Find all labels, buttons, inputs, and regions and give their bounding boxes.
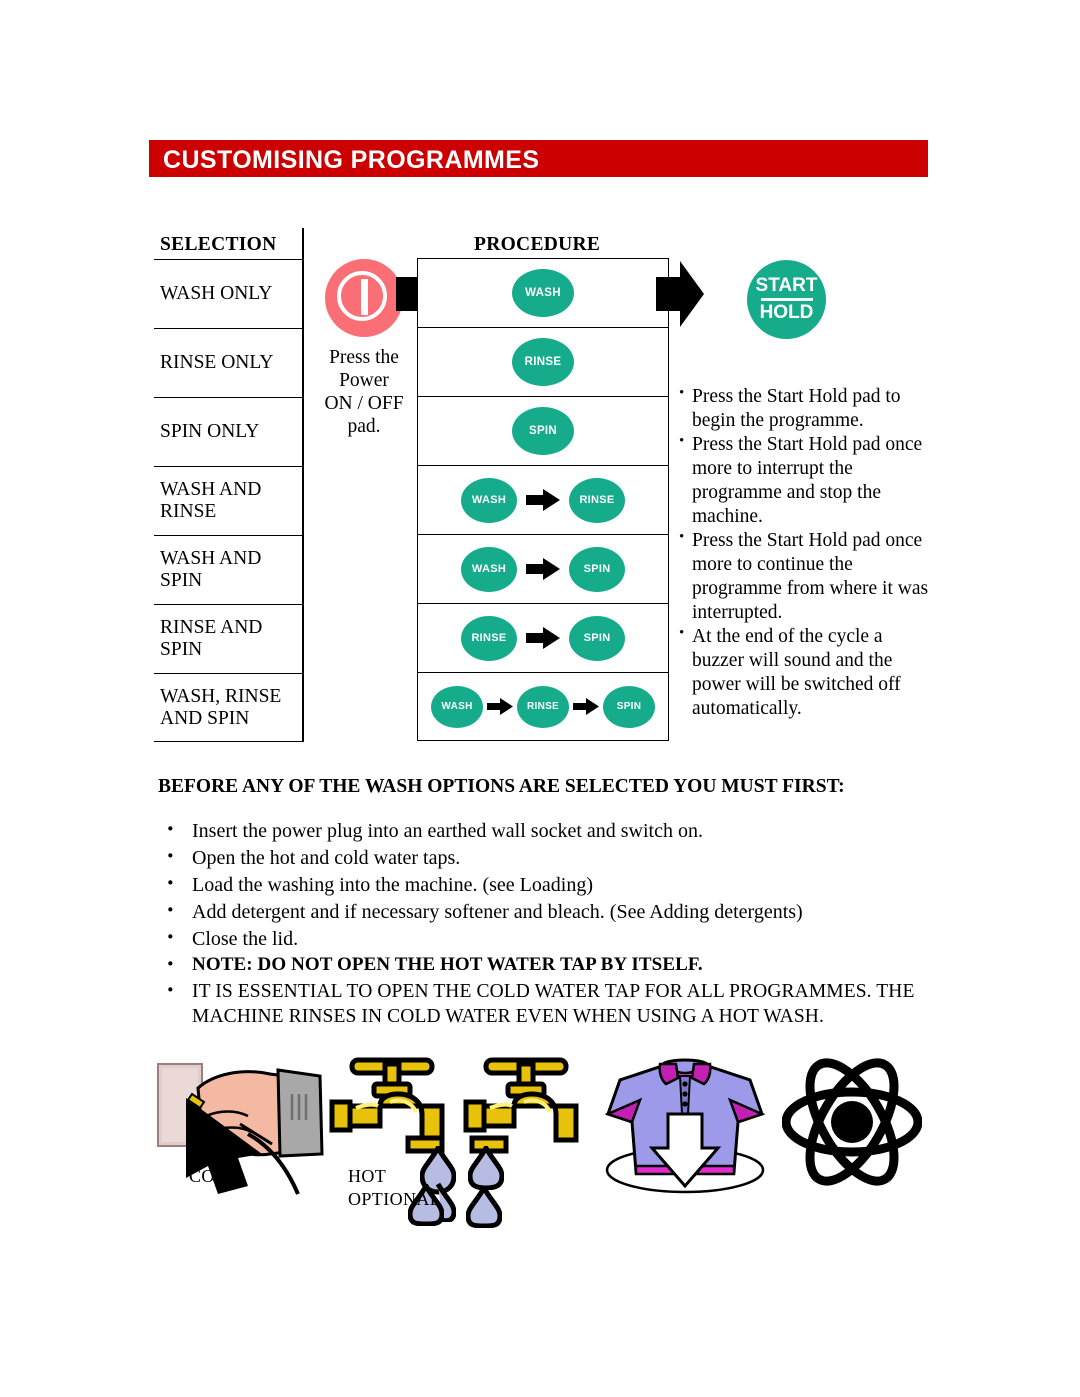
right-arrow-icon — [573, 698, 599, 715]
list-item: At the end of the cycle a buzzer will so… — [679, 624, 931, 721]
cold-label: COLD — [189, 1166, 240, 1186]
list-item: IT IS ESSENTIAL TO OPEN THE COLD WATER T… — [158, 973, 938, 1030]
power-caption-line-1: Press the — [329, 347, 399, 368]
selection-label-2: RINSE — [160, 501, 217, 522]
table-row: WASH ONLY — [154, 259, 302, 328]
hot-label: HOT — [348, 1166, 387, 1186]
illustration-strip: COLD HOT OPTIONAL — [0, 1040, 1080, 1240]
list-item: Load the washing into the machine. (see … — [158, 866, 938, 900]
procedure-flow: WASH SPIN — [418, 546, 668, 592]
water-droplet-icon — [466, 1186, 502, 1228]
table-row: RINSE — [417, 327, 669, 396]
water-droplet-icon — [468, 1146, 504, 1190]
list-item: Add detergent and if necessary softener … — [158, 893, 938, 927]
right-arrow-icon — [487, 698, 513, 715]
hold-label: HOLD — [759, 302, 814, 323]
step-badge: RINSE — [461, 615, 517, 661]
step-badge: WASH — [461, 477, 517, 523]
step-badge: SPIN — [569, 546, 625, 592]
selection-label: WASH, RINSE — [160, 685, 282, 707]
detergent-atom-icon — [782, 1058, 922, 1186]
step-badge: WASH — [512, 269, 574, 317]
manual-page: CUSTOMISING PROGRAMMES SELECTION PROCEDU… — [0, 0, 1080, 1397]
procedure-flow: WASH RINSE SPIN — [418, 685, 668, 728]
step-badge: SPIN — [569, 615, 625, 661]
power-caption-line-3: ON / OFF — [324, 393, 404, 414]
selection-label: WASH AND — [160, 479, 262, 501]
selection-table: WASH ONLY RINSE ONLY SPIN ONLY WASH AND … — [154, 228, 304, 742]
procedure-flow: WASH RINSE — [418, 477, 668, 523]
power-caption-line-2: Power — [339, 370, 389, 391]
optional-label: OPTIONAL — [348, 1189, 442, 1209]
table-row: RINSE SPIN — [417, 603, 669, 672]
power-caption-line-4: pad. — [347, 416, 381, 437]
right-arrow-icon — [526, 558, 560, 580]
selection-label-2: AND SPIN — [160, 707, 250, 729]
right-arrow-icon — [526, 489, 560, 511]
list-item: Open the hot and cold water taps. — [158, 839, 938, 873]
table-row: WASH AND SPIN — [154, 535, 302, 604]
load-laundry-shirt-icon — [604, 1058, 766, 1194]
column-header-procedure: PROCEDURE — [474, 234, 601, 255]
page-title-bar: CUSTOMISING PROGRAMMES — [149, 140, 928, 177]
power-on-off-icon[interactable] — [325, 259, 403, 337]
selection-header-spacer — [154, 228, 302, 259]
selection-label: RINSE AND — [160, 617, 263, 639]
procedure-flow: WASH — [418, 269, 668, 317]
procedure-table: WASH RINSE SPIN WASH RINSE WASH SPIN RIN… — [417, 258, 669, 741]
selection-label: WASH AND — [160, 548, 262, 570]
list-item: Insert the power plug into an earthed wa… — [158, 812, 938, 846]
power-caption: Press the Power ON / OFF pad. — [318, 346, 410, 438]
procedure-flow: RINSE SPIN — [418, 615, 668, 661]
table-row: RINSE AND SPIN — [154, 604, 302, 673]
table-row: WASH — [417, 258, 669, 327]
step-badge: SPIN — [603, 685, 655, 728]
procedure-flow: RINSE — [418, 338, 668, 386]
start-hold-divider — [760, 298, 813, 301]
list-item: Press the Start Hold pad once more to co… — [679, 528, 931, 625]
step-badge: RINSE — [512, 338, 574, 386]
table-row: SPIN — [417, 396, 669, 465]
table-row: SPIN ONLY — [154, 397, 302, 466]
selection-label: WASH ONLY — [160, 283, 273, 305]
start-label: START — [755, 275, 818, 297]
before-section-heading: BEFORE ANY OF THE WASH OPTIONS ARE SELEC… — [158, 776, 845, 797]
step-badge: WASH — [461, 546, 517, 592]
table-row: WASH SPIN — [417, 534, 669, 603]
step-badge: SPIN — [512, 407, 574, 455]
list-item-note: NOTE: DO NOT OPEN THE HOT WATER TAP BY I… — [158, 947, 938, 980]
power-icon-bar — [361, 279, 368, 315]
table-row: WASH RINSE SPIN — [417, 672, 669, 741]
selection-label: SPIN ONLY — [160, 421, 260, 443]
before-section-list: Insert the power plug into an earthed wa… — [158, 812, 938, 1030]
procedure-flow: SPIN — [418, 407, 668, 455]
table-row: WASH, RINSE AND SPIN — [154, 673, 302, 742]
step-badge: RINSE — [569, 477, 625, 523]
selection-label-2: SPIN — [160, 639, 203, 660]
right-arrow-icon — [656, 261, 704, 327]
selection-label: RINSE ONLY — [160, 352, 274, 374]
table-row: WASH RINSE — [417, 465, 669, 534]
selection-label-2: SPIN — [160, 570, 203, 591]
step-badge: RINSE — [517, 685, 569, 728]
table-row: RINSE ONLY — [154, 328, 302, 397]
list-item: Press the Start Hold pad to begin the pr… — [679, 384, 931, 433]
list-item: Close the lid. — [158, 920, 938, 954]
step-badge: WASH — [431, 685, 483, 728]
page-title: CUSTOMISING PROGRAMMES — [163, 146, 540, 174]
right-arrow-icon — [526, 627, 560, 649]
list-item: Press the Start Hold pad once more to in… — [679, 432, 931, 529]
start-hold-pad[interactable]: START HOLD — [747, 260, 826, 339]
table-row: WASH AND RINSE — [154, 466, 302, 535]
start-hold-notes: Press the Start Hold pad to begin the pr… — [679, 384, 931, 721]
